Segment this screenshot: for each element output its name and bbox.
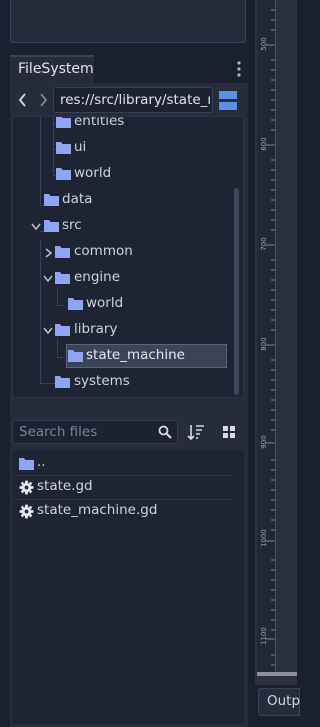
split-view-icon <box>219 91 237 110</box>
file-item-state-gd[interactable]: state.gd <box>12 476 244 500</box>
tree-item-src[interactable]: src <box>13 215 243 239</box>
tree-item-state-machine[interactable]: state_machine <box>13 345 243 369</box>
folder-icon <box>19 458 34 470</box>
folder-icon <box>68 298 83 310</box>
folder-icon <box>44 220 59 232</box>
chevron-down-icon <box>43 275 53 283</box>
tree-item-label: state_machine <box>86 347 185 363</box>
forward-button[interactable] <box>34 89 52 111</box>
folder-icon <box>56 142 71 154</box>
tree-item-label: common <box>74 243 133 259</box>
file-item-parent[interactable]: .. <box>12 452 244 476</box>
tree-item-label: data <box>62 191 93 207</box>
tree-item-label: world <box>74 165 112 181</box>
tree-item-ui[interactable]: ui <box>13 137 243 161</box>
folder-icon <box>56 168 71 180</box>
vertical-ruler: 500 600 700 800 900 1000 1100 <box>257 0 276 672</box>
toggle-split-mode-button[interactable] <box>219 91 237 110</box>
tree-item-label: engine <box>74 269 121 285</box>
chevron-right-icon <box>45 248 53 258</box>
search-field[interactable] <box>12 420 178 444</box>
file-item-label: state.gd <box>37 478 93 494</box>
horizontal-scrollbar[interactable] <box>257 672 297 676</box>
tab-filesystem-label: FileSystem <box>18 61 94 77</box>
tree-item-label: entities <box>74 116 125 129</box>
ruler-ticks <box>265 9 275 666</box>
tree-item-systems[interactable]: systems <box>13 371 243 395</box>
tree-item-entities[interactable]: entities <box>13 116 243 135</box>
file-list[interactable]: .. state.gd state_machine.gd <box>12 450 244 724</box>
folder-icon <box>55 272 70 284</box>
file-item-label: state_machine.gd <box>37 502 158 518</box>
tree-item-label: world <box>86 295 124 311</box>
sort-button[interactable] <box>187 423 205 441</box>
view-mode-button[interactable] <box>221 424 237 440</box>
chevron-down-icon <box>31 223 41 231</box>
tree-item-engine-world[interactable]: world <box>13 293 243 317</box>
file-item-state-machine-gd[interactable]: state_machine.gd <box>12 500 244 524</box>
tree-item-label: ui <box>74 139 87 155</box>
folder-icon <box>55 376 70 388</box>
grid-view-icon <box>223 426 235 438</box>
tree-item-label: systems <box>74 373 130 389</box>
tab-output-label: Outp <box>267 693 301 709</box>
tree-item-common[interactable]: common <box>13 241 243 265</box>
path-field[interactable] <box>53 87 213 113</box>
tree-item-engine[interactable]: engine <box>13 267 243 291</box>
upper-dock-panel <box>10 0 246 43</box>
folder-icon <box>55 246 70 258</box>
tree-item-label: library <box>74 321 118 337</box>
tab-output[interactable]: Outp <box>258 688 300 716</box>
folder-icon <box>56 117 71 128</box>
folder-icon <box>44 194 59 206</box>
tab-filesystem[interactable]: FileSystem <box>10 55 94 83</box>
search-input[interactable] <box>19 421 149 443</box>
chevron-right-icon <box>40 93 48 107</box>
back-button[interactable] <box>14 89 32 111</box>
folder-icon <box>68 350 83 362</box>
tree-item-data[interactable]: data <box>13 189 243 213</box>
viewport-guide-line <box>275 0 276 672</box>
tree-item-world[interactable]: world <box>13 163 243 187</box>
sort-icon <box>187 425 204 441</box>
chevron-down-icon <box>43 327 53 335</box>
search-icon <box>158 425 172 439</box>
gear-icon <box>19 504 34 519</box>
chevron-left-icon <box>18 93 26 107</box>
tree-scrollbar[interactable] <box>234 188 239 395</box>
gear-icon <box>19 480 34 495</box>
folder-icon <box>55 324 70 336</box>
file-item-label: .. <box>37 454 46 470</box>
path-input[interactable] <box>60 88 210 112</box>
file-tree[interactable]: entities ui world data src common engine… <box>12 116 244 398</box>
tree-item-label: src <box>62 217 82 233</box>
dock-menu-icon[interactable] <box>234 59 244 79</box>
tree-item-library[interactable]: library <box>13 319 243 343</box>
